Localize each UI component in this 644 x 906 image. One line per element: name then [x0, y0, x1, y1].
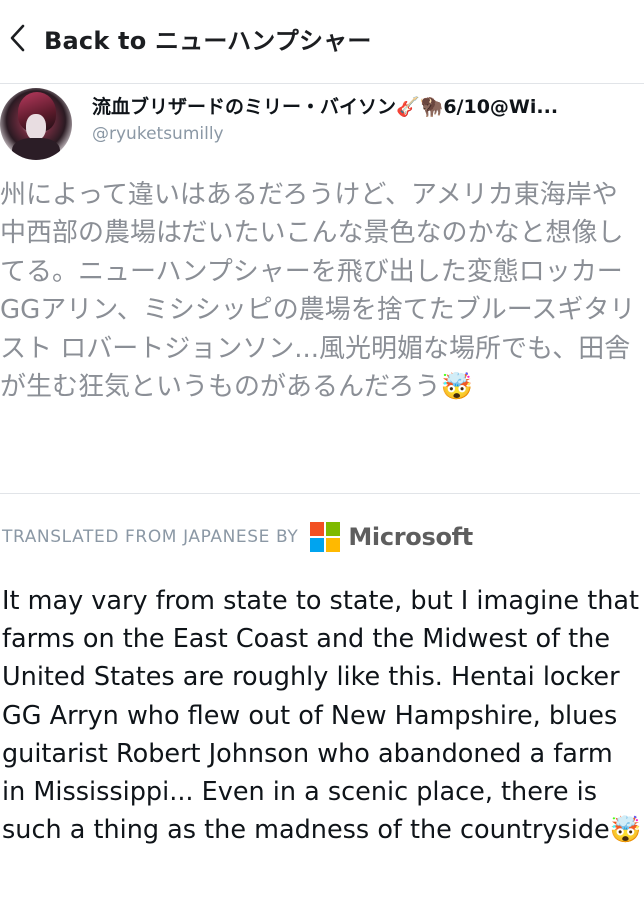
translation-credit: TRANSLATED FROM JAPANESE BY Microsoft: [2, 520, 473, 554]
avatar[interactable]: [0, 88, 72, 160]
back-button[interactable]: Back to ニューハンプシャー: [6, 16, 372, 60]
tweet-author: 流血ブリザードのミリー・バイソン🎸🦬6/10@Wi... @ryuketsumi…: [0, 84, 644, 174]
author-display-name[interactable]: 流血ブリザードのミリー・バイソン🎸🦬6/10@Wi...: [92, 92, 640, 119]
translation-credit-label: TRANSLATED FROM JAPANESE BY: [2, 527, 299, 547]
microsoft-logo-icon: [310, 522, 341, 552]
top-bar: Back to ニューハンプシャー: [0, 0, 644, 84]
author-handle[interactable]: @ryuketsumilly: [92, 124, 224, 144]
tweet-original-text: 州によって違いはあるだろうけど、アメリカ東海岸や中西部の農場はだいたいこんな景色…: [0, 180, 636, 403]
divider: [0, 493, 640, 494]
chevron-left-icon: [6, 23, 30, 53]
translation-provider-name: Microsoft: [348, 523, 473, 551]
tweet-translated-text: It may vary from state to state, but I i…: [2, 586, 642, 846]
back-label[interactable]: Back to ニューハンプシャー: [44, 21, 372, 56]
